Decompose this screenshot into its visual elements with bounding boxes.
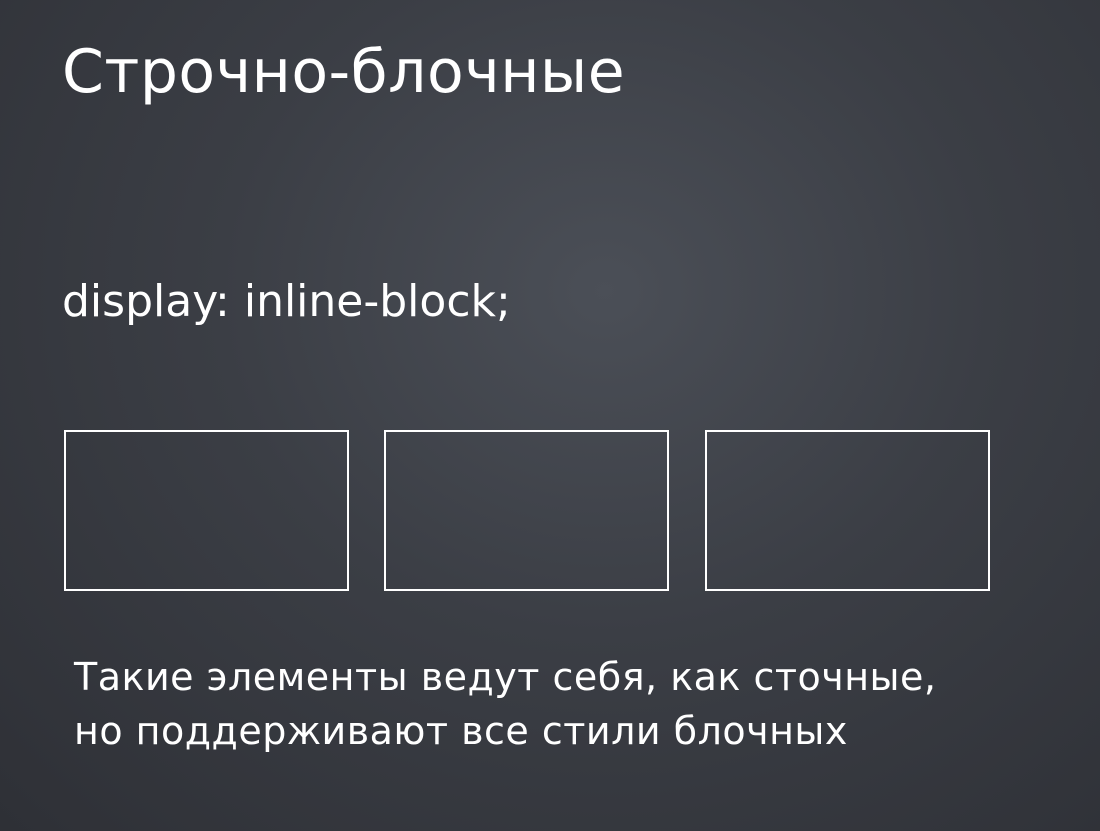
slide: Строчно-блочные display: inline-block; Т… (0, 0, 1100, 831)
description-line: но поддерживают все стили блочных (74, 709, 848, 753)
demo-box (64, 430, 349, 591)
demo-box (705, 430, 990, 591)
demo-box (384, 430, 669, 591)
slide-description: Такие элементы ведут себя, как сточные, … (74, 650, 1094, 758)
inline-block-demo (64, 430, 994, 592)
slide-title: Строчно-блочные (62, 37, 626, 107)
description-line: Такие элементы ведут себя, как сточные, (74, 655, 937, 699)
css-code-text: display: inline-block; (62, 276, 511, 327)
